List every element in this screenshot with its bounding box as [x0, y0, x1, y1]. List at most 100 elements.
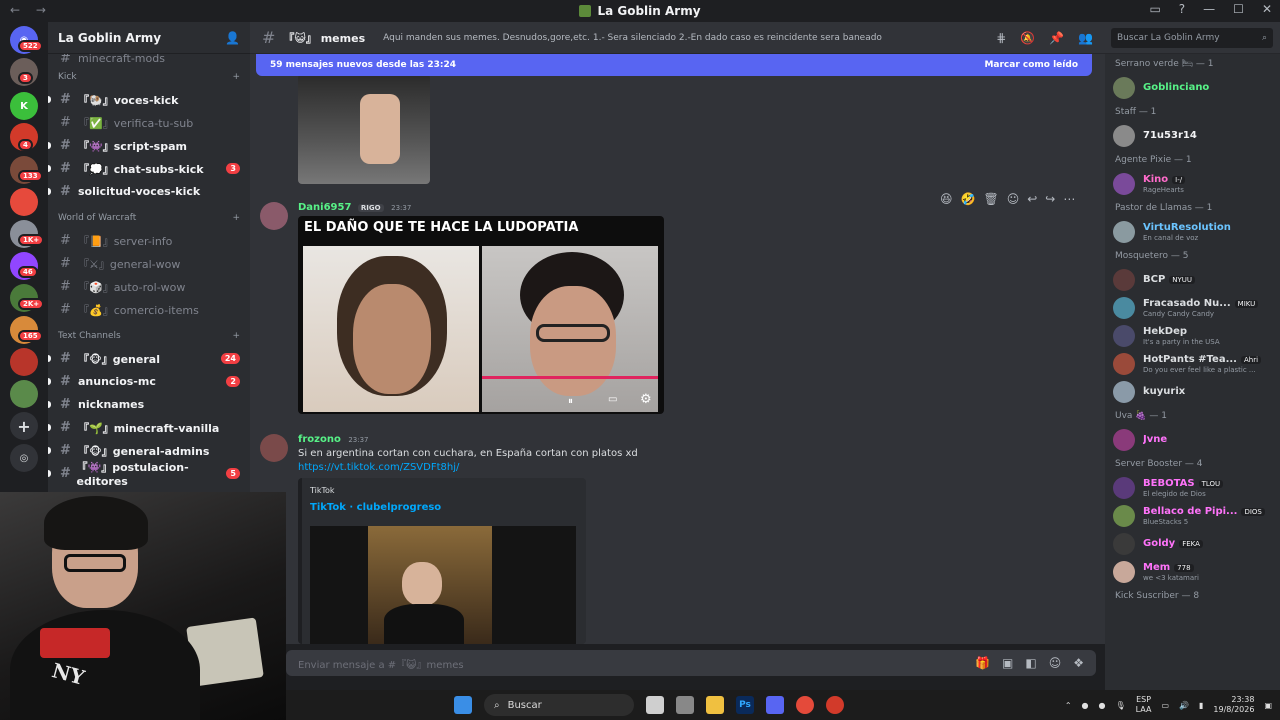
new-messages-bar[interactable]: 59 mensajes nuevos desde las 23:24 Marca…	[256, 54, 1092, 76]
server-icon-kick[interactable]: K	[10, 92, 38, 120]
member-item[interactable]: kuyurix	[1105, 378, 1280, 406]
tray-app-icon[interactable]: ●	[1099, 701, 1106, 710]
help-icon[interactable]: ?	[1179, 2, 1185, 16]
notifications-icon[interactable]: ▣	[1264, 701, 1272, 710]
channel-item[interactable]: # 『🐏』voces-kick	[48, 88, 250, 111]
avatar[interactable]	[260, 434, 288, 462]
discord-icon[interactable]	[766, 696, 784, 714]
channel-item[interactable]: # solicitud-voces-kick	[48, 180, 250, 203]
member-item[interactable]: BEBOTAS TLOU El elegido de Dios	[1105, 474, 1280, 502]
maximize-button[interactable]: ☐	[1233, 2, 1244, 16]
chrome-icon[interactable]	[796, 696, 814, 714]
channel-item[interactable]: # 『🐵』general 24	[48, 347, 250, 370]
channel-item[interactable]: # 『📙』server-info	[48, 229, 250, 252]
member-item[interactable]: BCP NYUU	[1105, 266, 1280, 294]
add-member-icon[interactable]: 👤	[225, 31, 240, 45]
close-button[interactable]: ✕	[1262, 2, 1272, 16]
volume-icon[interactable]: 🔊	[1179, 701, 1189, 710]
more-icon[interactable]: ⋯	[1063, 192, 1075, 206]
network-icon[interactable]: ▭	[1161, 701, 1169, 710]
inbox-icon[interactable]: ▭	[1149, 2, 1160, 16]
emoji-icon[interactable]: ☺	[1049, 656, 1062, 670]
captions-icon[interactable]: ▭	[608, 394, 617, 405]
pause-icon[interactable]: ⏸	[568, 396, 573, 407]
member-item[interactable]: 71u53r14	[1105, 122, 1280, 150]
taskbar-search[interactable]: ⌕ Buscar	[484, 694, 634, 716]
message-link[interactable]: https://vt.tiktok.com/ZSVDFt8hj/	[298, 462, 459, 473]
member-item[interactable]: Mem 778 we <3 katamari	[1105, 558, 1280, 586]
message-author[interactable]: frozono 23:37	[298, 434, 369, 445]
member-item[interactable]: Jvne	[1105, 426, 1280, 454]
reaction-icon[interactable]: 🤣	[961, 192, 976, 206]
author-name[interactable]: frozono	[298, 434, 341, 445]
channel-item[interactable]: # 『🌱』minecraft-vanilla	[48, 416, 250, 439]
reaction-icon[interactable]: 😆	[940, 192, 953, 206]
channel-item[interactable]: # minecraft-mods	[48, 54, 250, 62]
category-text[interactable]: Text Channels +	[48, 325, 250, 347]
gif-icon[interactable]: ▣	[1002, 656, 1013, 670]
channel-item[interactable]: # anuncios-mc 2	[48, 370, 250, 393]
author-name[interactable]: Dani6957	[298, 202, 351, 213]
mute-icon[interactable]: 🔕	[1020, 31, 1035, 45]
battery-icon[interactable]: ▮	[1199, 701, 1203, 710]
clock[interactable]: 23:38 19/8/2026	[1213, 695, 1254, 714]
member-item[interactable]: VirtuResolution En canal de voz	[1105, 218, 1280, 246]
member-item[interactable]: Goblinciano	[1105, 74, 1280, 102]
image-attachment[interactable]	[298, 74, 430, 184]
avatar[interactable]	[260, 202, 288, 230]
add-channel-icon[interactable]: +	[232, 331, 240, 341]
minimize-button[interactable]: —	[1203, 2, 1215, 16]
reaction-icon[interactable]: 🗑	[983, 192, 998, 206]
pin-icon[interactable]: 📌	[1049, 31, 1064, 45]
channel-item[interactable]: # 『💭』chat-subs-kick 3	[48, 157, 250, 180]
forward-icon[interactable]: ↪	[1045, 192, 1055, 206]
photoshop-icon[interactable]: Ps	[736, 696, 754, 714]
channel-item[interactable]: # 『👾』postulacion-editores 5	[48, 461, 250, 488]
add-channel-icon[interactable]: +	[232, 213, 240, 223]
member-item[interactable]: Kino I-/RageHearts	[1105, 170, 1280, 198]
reply-icon[interactable]: ↩	[1027, 192, 1037, 206]
mark-read-button[interactable]: Marcar como leído	[984, 60, 1078, 70]
channel-item[interactable]: # 『🎲』auto-rol-wow	[48, 275, 250, 298]
discover-icon[interactable]: ◎	[10, 444, 38, 472]
member-item[interactable]: Fracasado Nu... MIKU Candy Candy Candy	[1105, 294, 1280, 322]
member-item[interactable]: Bellaco de Pipi... DIOS BlueStacks 5	[1105, 502, 1280, 530]
member-item[interactable]: Goldy FEKA	[1105, 530, 1280, 558]
member-item[interactable]: HekDep It's a party in the USA	[1105, 322, 1280, 350]
task-view-icon[interactable]	[646, 696, 664, 714]
server-icon-11[interactable]	[10, 380, 38, 408]
embed-title[interactable]: TikTok · clubelprogreso	[310, 502, 441, 513]
member-item[interactable]: HotPants #Tea... Ahri Do you ever feel lik…	[1105, 350, 1280, 378]
apps-icon[interactable]: ❖	[1073, 656, 1084, 670]
gift-icon[interactable]: 🎁	[975, 656, 990, 670]
threads-icon[interactable]: ⋕	[996, 31, 1006, 45]
channel-item[interactable]: # nicknames	[48, 393, 250, 416]
message-author[interactable]: Dani6957 RIGO 23:37	[298, 202, 411, 213]
sticker-icon[interactable]: ◧	[1025, 656, 1036, 670]
windows-start-icon[interactable]	[454, 696, 472, 714]
server-header[interactable]: La Goblin Army 👤	[48, 22, 250, 54]
tray-app-icon[interactable]: ●	[1082, 701, 1089, 710]
message-composer[interactable]: Enviar mensaje a #『😺』memes 🎁 ▣ ◧ ☺ ❖	[286, 650, 1096, 676]
app-icon-red[interactable]	[826, 696, 844, 714]
server-icon-5[interactable]	[10, 188, 38, 216]
members-icon[interactable]: 👥	[1078, 31, 1093, 45]
add-channel-icon[interactable]: +	[232, 72, 240, 82]
app-icon[interactable]	[676, 696, 694, 714]
server-icon-10[interactable]	[10, 348, 38, 376]
search-input[interactable]: Buscar La Goblin Army ⌕	[1111, 27, 1273, 48]
channel-topic[interactable]: Aqui manden sus memes. Desnudos,gore,etc…	[383, 33, 882, 43]
embed-thumbnail[interactable]	[310, 526, 576, 644]
category-kick[interactable]: Kick +	[48, 66, 250, 88]
add-reaction-icon[interactable]: ☺	[1007, 192, 1020, 206]
add-server-icon[interactable]: +	[10, 412, 38, 440]
nav-arrows[interactable]: ← →	[10, 3, 52, 17]
file-explorer-icon[interactable]	[706, 696, 724, 714]
channel-item[interactable]: # 『👾』script-spam	[48, 134, 250, 157]
category-wow[interactable]: World of Warcraft +	[48, 207, 250, 229]
channel-item[interactable]: # 『✅』verifica-tu-sub	[48, 111, 250, 134]
tray-mic-icon[interactable]: 🎙	[1116, 701, 1126, 710]
language-indicator[interactable]: ESP LAA	[1136, 695, 1152, 714]
settings-gear-icon[interactable]: ⚙	[640, 392, 652, 407]
channel-item[interactable]: # 『💰』comercio-items	[48, 298, 250, 321]
